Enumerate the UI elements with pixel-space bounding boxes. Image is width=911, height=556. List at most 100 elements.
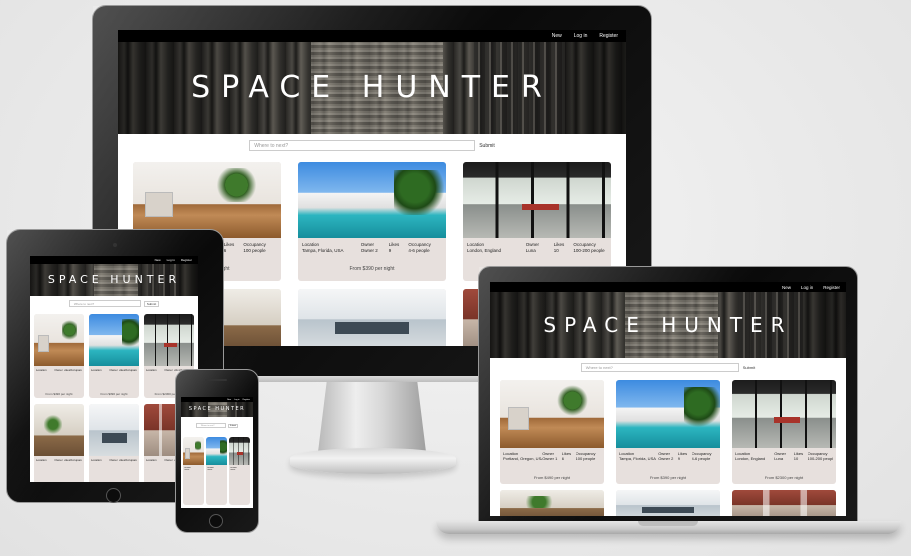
label-occupancy: Occupancy <box>573 242 596 247</box>
listing-price: From $390 per night <box>100 392 128 396</box>
listing-info: Location Owner Likes Occupancy Tampa, Fl… <box>298 242 446 253</box>
value-occupancy: 4-6 people <box>691 456 711 461</box>
brand-logo[interactable]: SPACE HUNTER <box>118 70 626 105</box>
label-location: Location <box>467 242 485 247</box>
nav-register-link[interactable]: Register <box>599 33 618 39</box>
search-bar: Where to next? Submit <box>490 363 846 372</box>
nav-login-link[interactable]: Log in <box>234 399 239 401</box>
label-owner: Owner <box>360 242 375 247</box>
value-occupancy: 100 people <box>243 248 266 253</box>
listing-grid: Location Owner Location Owner Location O… <box>183 437 251 505</box>
listing-card[interactable]: Location Owner Likes Occupancy From $390… <box>89 314 139 398</box>
brand-logo[interactable]: SPACE HUNTER <box>181 406 253 412</box>
label-occupancy: Occupancy <box>125 458 137 462</box>
nav-new-link[interactable]: New <box>227 399 231 401</box>
label-occupancy: Occupancy <box>243 242 266 247</box>
listing-card[interactable] <box>732 490 836 516</box>
label-location: Location <box>91 458 102 462</box>
tablet-camera <box>113 243 117 247</box>
value-owner: Owner 2 <box>658 456 674 461</box>
tablet-screen: New Log in Register SPACE HUNTER Where t… <box>30 256 198 482</box>
label-occupancy: Occupancy <box>70 458 82 462</box>
listing-card[interactable]: Location Owner <box>183 437 204 505</box>
value-owner: Owner 1 <box>542 456 558 461</box>
listing-price: From $390 per night <box>349 266 395 272</box>
search-input[interactable]: Where to next? <box>249 140 476 151</box>
listing-card[interactable]: Location Owner Likes Occupancy From $490… <box>34 314 84 398</box>
tablet-home-button[interactable] <box>106 488 121 503</box>
search-input[interactable]: Where to next? <box>68 300 141 307</box>
phone-speaker <box>205 379 227 381</box>
submit-button[interactable]: Submit <box>479 143 495 149</box>
nav-new-link[interactable]: New <box>155 258 161 262</box>
listing-card[interactable]: Location Owner Likes Occupancy London, E… <box>463 162 611 281</box>
submit-button[interactable]: Submit <box>227 423 239 428</box>
listing-card[interactable] <box>298 289 446 346</box>
listing-grid: Location Owner Likes Occupancy Portland,… <box>500 380 836 516</box>
label-occupancy: Occupancy <box>408 242 431 247</box>
label-owner: Owner <box>164 368 173 372</box>
hero-banner: SPACE HUNTER <box>118 42 626 134</box>
nav-login-link[interactable]: Log in <box>574 33 588 39</box>
label-owner: Owner <box>109 458 118 462</box>
nav-new-link[interactable]: New <box>552 33 562 39</box>
label-location: Location <box>36 368 47 372</box>
listing-info: Location Owner <box>229 467 250 471</box>
listing-photo <box>144 314 194 366</box>
label-location: Location <box>302 242 320 247</box>
listing-card[interactable]: Location Owner <box>229 437 250 505</box>
listing-photo <box>616 380 720 448</box>
listing-card[interactable]: Location Owner Likes Occupancy Portland,… <box>500 380 604 484</box>
nav-login-link[interactable]: Log in <box>801 285 813 290</box>
value-location: Tampa, Florida, USA <box>302 248 344 253</box>
submit-button[interactable]: Submit <box>143 300 160 307</box>
hero-banner: SPACE HUNTER <box>181 402 253 417</box>
brand-logo[interactable]: SPACE HUNTER <box>30 273 198 286</box>
label-location: Location <box>91 368 102 372</box>
brand-logo[interactable]: SPACE HUNTER <box>490 313 846 337</box>
value-likes: 9 <box>677 456 681 461</box>
submit-button[interactable]: Submit <box>743 365 755 370</box>
value-owner: Owner 2 <box>360 248 378 253</box>
site-tablet: New Log in Register SPACE HUNTER Where t… <box>30 256 198 482</box>
listing-card[interactable]: Location Owner Likes Occupancy <box>34 404 84 482</box>
listing-photo <box>89 404 139 456</box>
laptop-notch <box>638 521 698 526</box>
listing-price: From $490 per night <box>533 475 571 480</box>
nav-register-link[interactable]: Register <box>823 285 840 290</box>
listing-card[interactable]: Location Owner Likes Occupancy Tampa, Fl… <box>616 380 720 484</box>
label-location: Location <box>36 458 47 462</box>
listing-info: Location Owner Likes Occupancy <box>34 368 84 372</box>
laptop-screen: New Log in Register SPACE HUNTER Where t… <box>490 282 846 516</box>
listing-photo <box>732 380 836 448</box>
label-owner: Owner <box>54 458 63 462</box>
listing-info: Location Owner Likes Occupancy <box>89 458 139 462</box>
nav-login-link[interactable]: Log in <box>167 258 175 262</box>
label-owner: Owner <box>54 368 63 372</box>
listing-photo <box>89 314 139 366</box>
listing-photo <box>500 490 604 516</box>
nav-register-link[interactable]: Register <box>181 258 192 262</box>
listing-card[interactable]: Location Owner Likes Occupancy London, E… <box>732 380 836 484</box>
listing-grid: Location Owner Likes Occupancy From $490… <box>34 314 194 482</box>
search-input[interactable]: Where to next? <box>195 423 226 428</box>
phone-home-button[interactable] <box>209 514 223 528</box>
value-likes: 6 <box>561 456 565 461</box>
value-location: Portland, Oregon, USA <box>503 456 543 461</box>
value-occupancy: 4-6 people <box>408 248 430 253</box>
listing-card[interactable]: Location Owner Likes Occupancy Tampa, Fl… <box>298 162 446 281</box>
listing-card[interactable]: Location Owner Likes Occupancy <box>89 404 139 482</box>
listing-card[interactable] <box>500 490 604 516</box>
value-likes: 10 <box>793 456 799 461</box>
nav-new-link[interactable]: New <box>782 285 791 290</box>
listing-info: Location Owner Likes Occupancy London, E… <box>463 242 611 253</box>
listing-card[interactable] <box>616 490 720 516</box>
search-input[interactable]: Where to next? <box>580 363 739 372</box>
monitor-stand-neck <box>318 382 426 452</box>
nav-register-link[interactable]: Register <box>243 399 250 401</box>
label-owner: Owner <box>230 469 236 471</box>
listing-card[interactable]: Location Owner <box>206 437 227 505</box>
monitor-stand-base <box>290 448 456 474</box>
value-likes: 6 <box>223 248 227 253</box>
site-phone: New Log in Register SPACE HUNTER Where t… <box>181 397 253 508</box>
